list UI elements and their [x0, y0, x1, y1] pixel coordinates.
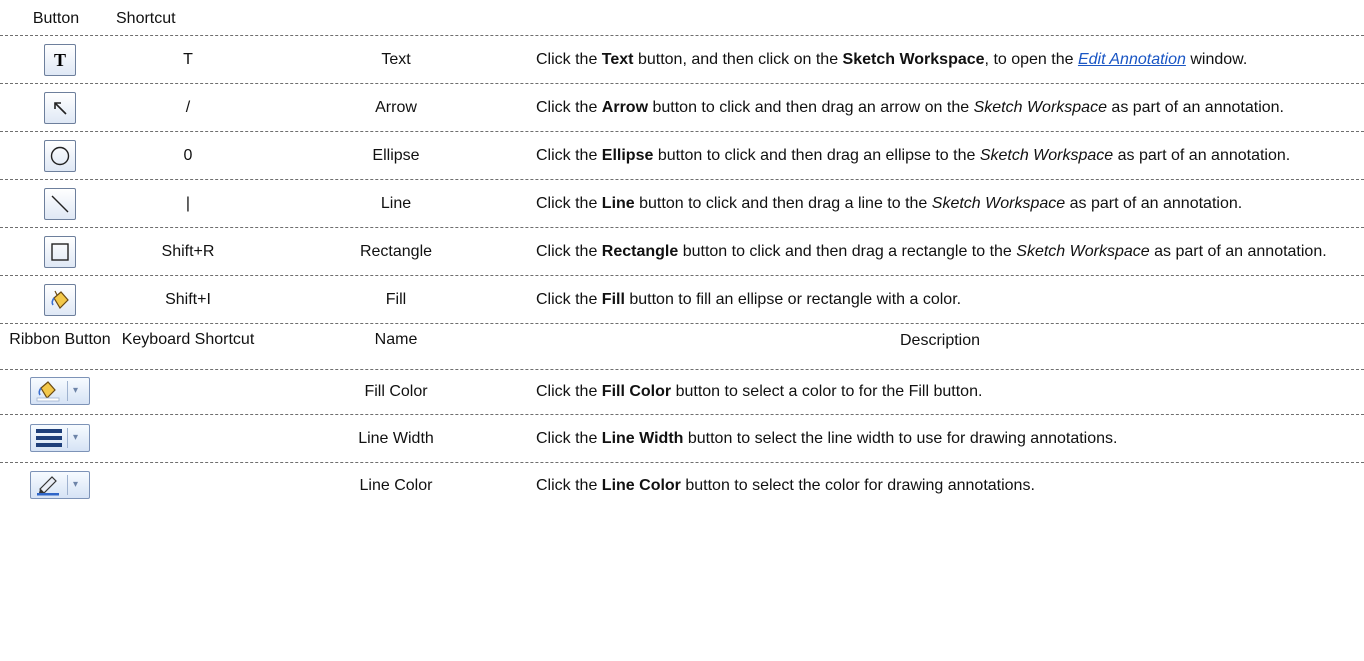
shortcut-key: Shift+R	[161, 242, 215, 260]
arrow-tool-button[interactable]	[44, 91, 76, 124]
line-width-dropdown-button[interactable]: ▾	[30, 423, 90, 452]
header-shortcut: Shortcut	[116, 10, 176, 27]
ellipse-icon	[49, 145, 71, 167]
header-ribbon-button: Ribbon Button	[9, 331, 111, 348]
table-row: Shift+I Fill Click the Fill button to fi…	[0, 276, 1364, 324]
tool-description: Click the Line Width button to select th…	[536, 429, 1118, 447]
tool-name: Line	[380, 194, 412, 212]
rectangle-icon	[49, 241, 71, 263]
fill-bucket-icon	[49, 289, 71, 311]
shortcut-table: Button Shortcut T T Text Click the Text …	[0, 0, 1364, 508]
table-row: / Arrow Click the Arrow button to click …	[0, 84, 1364, 132]
line-color-dropdown-button[interactable]: ▾	[30, 470, 90, 499]
svg-text:T: T	[54, 50, 66, 70]
table-row: ▾ Line Color Click the Line Color button…	[0, 463, 1364, 508]
fill-tool-button[interactable]	[44, 283, 76, 316]
shortcut-key: Shift+I	[165, 290, 211, 308]
header-button: Button	[32, 10, 80, 27]
tool-description: Click the Fill button to fill an ellipse…	[536, 290, 962, 308]
table-row: 0 Ellipse Click the Ellipse button to cl…	[0, 132, 1364, 180]
table-row: ▾ Line Width Click the Line Width button…	[0, 415, 1364, 463]
chevron-down-icon: ▾	[73, 431, 79, 443]
shortcut-key: |	[185, 194, 191, 212]
ellipse-tool-button[interactable]	[44, 139, 76, 172]
shortcut-key: T	[183, 50, 193, 68]
table-row: ▾ Fill Color Click the Fill Color button…	[0, 370, 1364, 415]
table-header: Button Shortcut	[0, 0, 1364, 36]
fill-color-dropdown-button[interactable]: ▾	[30, 377, 90, 405]
shortcut-key: 0	[183, 146, 193, 164]
line-icon	[49, 193, 71, 215]
tool-description: Click the Ellipse button to click and th…	[536, 146, 1291, 164]
table-row: T T Text Click the Text button, and then…	[0, 36, 1364, 84]
tool-description: Click the Fill Color button to select a …	[536, 383, 983, 400]
tool-description: Click the Arrow button to click and then…	[536, 98, 1284, 116]
line-width-dropdown-icon	[35, 427, 63, 449]
tool-name: Text	[381, 50, 411, 68]
table-row: Shift+R Rectangle Click the Rectangle bu…	[0, 228, 1364, 276]
arrow-icon	[50, 98, 70, 118]
tool-description: Click the Text button, and then click on…	[536, 50, 1248, 68]
tool-name: Fill	[385, 290, 407, 308]
line-color-dropdown-icon	[35, 474, 61, 496]
tool-name: Fill Color	[364, 383, 428, 400]
tool-name: Arrow	[375, 98, 417, 116]
tool-description: Click the Line Color button to select th…	[536, 476, 1035, 494]
text-tool-button[interactable]: T	[44, 43, 76, 76]
shortcut-key: /	[185, 98, 191, 116]
tool-name: Ellipse	[372, 146, 420, 164]
fill-color-dropdown-icon	[35, 380, 61, 402]
chevron-down-icon: ▾	[73, 478, 79, 490]
tool-name: Rectangle	[359, 242, 433, 260]
rectangle-tool-button[interactable]	[44, 235, 76, 268]
header-name: Name	[374, 331, 418, 348]
tool-name: Line Width	[358, 429, 434, 447]
tool-description: Click the Line button to click and then …	[536, 194, 1243, 212]
tool-name: Line Color	[359, 476, 433, 494]
edit-annotation-link[interactable]: Edit Annotation	[1078, 51, 1186, 68]
header-description: Description	[899, 332, 981, 349]
text-icon: T	[50, 50, 70, 70]
header-keyboard-shortcut: Keyboard Shortcut	[121, 331, 255, 348]
chevron-down-icon: ▾	[73, 385, 79, 396]
tool-description: Click the Rectangle button to click and …	[536, 242, 1327, 260]
table-row: | Line Click the Line button to click an…	[0, 180, 1364, 228]
line-tool-button[interactable]	[44, 187, 76, 220]
table-header: Ribbon Button Keyboard Shortcut Name Des…	[0, 324, 1364, 370]
